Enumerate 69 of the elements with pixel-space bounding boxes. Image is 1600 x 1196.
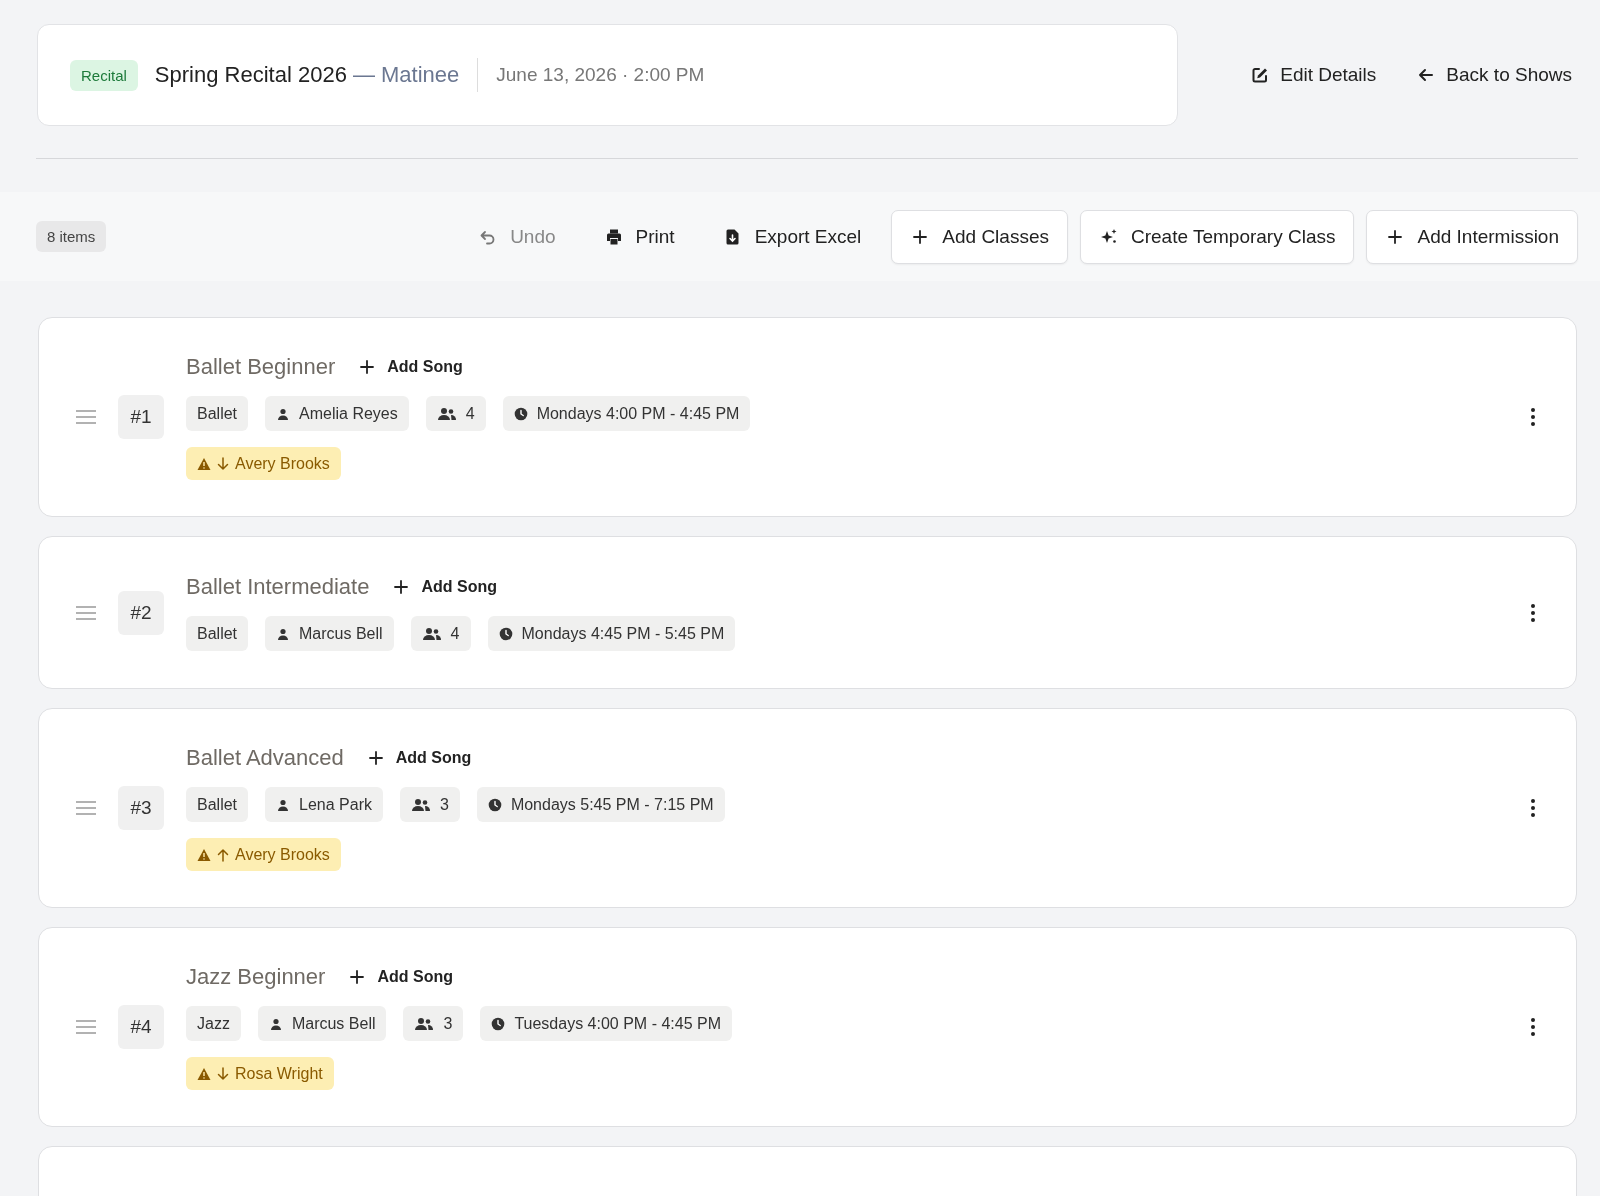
student-count: 4 bbox=[450, 624, 460, 643]
people-icon bbox=[414, 1016, 435, 1031]
order-number: #1 bbox=[118, 395, 164, 439]
person-icon bbox=[268, 1016, 283, 1031]
add-song-button[interactable]: Add Song bbox=[365, 746, 472, 770]
toolbar-button[interactable]: Print bbox=[585, 209, 693, 264]
clock-icon bbox=[513, 406, 528, 421]
add-song-button[interactable]: Add Song bbox=[347, 965, 453, 989]
show-subtitle: — Matinee bbox=[352, 62, 460, 88]
people-icon bbox=[421, 626, 442, 641]
style-tag: Ballet bbox=[186, 396, 249, 431]
toolbar-button[interactable]: Export Excel bbox=[704, 209, 880, 264]
schedule-time: Mondays 5:45 PM - 7:15 PM bbox=[510, 795, 714, 814]
class-name: Jazz Beginner bbox=[186, 964, 326, 990]
class-name: Ballet Intermediate bbox=[186, 574, 370, 600]
back-link[interactable]: Back to Shows bbox=[1408, 56, 1580, 94]
more-options-icon[interactable] bbox=[1530, 1017, 1536, 1037]
person-icon bbox=[276, 797, 291, 812]
student-name: Avery Brooks bbox=[235, 454, 330, 473]
add-song-button[interactable]: Add Song bbox=[357, 355, 463, 379]
teacher-name: Amelia Reyes bbox=[299, 404, 398, 423]
style-tag: Jazz bbox=[186, 1006, 241, 1041]
arrow-up-icon bbox=[216, 847, 230, 862]
warning-icon bbox=[197, 1066, 211, 1081]
arrow-down-icon bbox=[216, 456, 230, 471]
style-tag: Ballet bbox=[186, 616, 249, 651]
show-date: June 13, 2026 · 2:00 PM bbox=[496, 64, 705, 86]
more-options-icon[interactable] bbox=[1530, 407, 1536, 427]
people-icon bbox=[436, 406, 457, 421]
teacher-name: Lena Park bbox=[299, 795, 372, 814]
clock-icon bbox=[487, 797, 502, 812]
show-title: Spring Recital 2026 bbox=[154, 62, 347, 88]
order-number: #2 bbox=[118, 590, 164, 635]
category-badge: Recital bbox=[70, 59, 138, 91]
warning-icon bbox=[197, 847, 211, 862]
clock-icon bbox=[498, 626, 513, 641]
teacher-name: Marcus Bell bbox=[291, 1014, 376, 1033]
drag-handle-icon[interactable] bbox=[76, 801, 96, 815]
schedule-time: Tuesdays 4:00 PM - 4:45 PM bbox=[514, 1014, 721, 1033]
schedule-time: Mondays 4:00 PM - 4:45 PM bbox=[536, 404, 740, 423]
person-icon bbox=[276, 406, 291, 421]
add-song-button[interactable]: Add Song bbox=[391, 575, 497, 599]
drag-handle-icon[interactable] bbox=[76, 605, 96, 620]
teacher-name: Marcus Bell bbox=[299, 624, 383, 643]
drag-handle-icon[interactable] bbox=[76, 410, 96, 424]
class-name: Ballet Advanced bbox=[186, 745, 344, 771]
order-number: #4 bbox=[118, 1005, 164, 1049]
item-count: 8 items bbox=[36, 221, 107, 252]
warning-icon bbox=[197, 456, 211, 471]
arrow-down-icon bbox=[216, 1066, 230, 1081]
student-count: 3 bbox=[439, 795, 449, 814]
toolbar-button[interactable]: Add Classes bbox=[891, 209, 1068, 264]
style-tag: Ballet bbox=[186, 787, 249, 822]
edit-link[interactable]: Edit Details bbox=[1242, 56, 1385, 94]
more-options-icon[interactable] bbox=[1530, 602, 1536, 623]
clock-icon bbox=[491, 1016, 506, 1031]
more-options-icon[interactable] bbox=[1530, 798, 1536, 818]
schedule-time: Mondays 4:45 PM - 5:45 PM bbox=[521, 624, 725, 643]
toolbar-button[interactable]: Create Temporary Class bbox=[1079, 209, 1355, 264]
toolbar-button[interactable]: Add Intermission bbox=[1366, 209, 1578, 264]
student-name: Avery Brooks bbox=[235, 845, 330, 864]
drag-handle-icon[interactable] bbox=[76, 1020, 96, 1034]
order-number: #3 bbox=[118, 786, 164, 830]
student-count: 3 bbox=[443, 1014, 453, 1033]
class-name: Ballet Beginner bbox=[186, 354, 336, 380]
student-count: 4 bbox=[465, 404, 475, 423]
person-icon bbox=[276, 626, 291, 641]
people-icon bbox=[410, 797, 431, 812]
student-name: Rosa Wright bbox=[235, 1064, 323, 1083]
